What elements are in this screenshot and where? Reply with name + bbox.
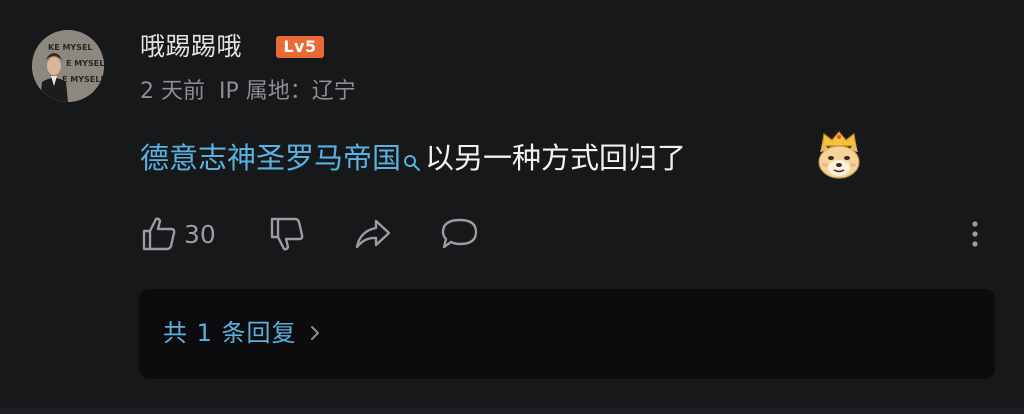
comment-body: 德意志神圣罗马帝国 以另一种方式回归了 <box>140 136 686 184</box>
svg-text:KE MYSEL: KE MYSEL <box>48 43 93 52</box>
doge-king-emoji <box>814 130 864 180</box>
more-vertical-icon <box>972 221 978 247</box>
thumbs-up-icon <box>142 217 176 251</box>
more-options-button[interactable] <box>964 214 986 254</box>
share-icon <box>355 219 391 249</box>
view-replies-link[interactable]: 共 1 条回复 <box>163 315 321 351</box>
username[interactable]: 哦踢踢哦 <box>140 30 242 64</box>
svg-text:E MYSELF: E MYSELF <box>66 59 104 68</box>
time-ago: 2 天前 <box>140 79 205 104</box>
like-count: 30 <box>184 219 216 249</box>
reply-summary: 共 1 条回复 <box>163 319 297 347</box>
search-icon[interactable] <box>403 140 421 184</box>
avatar-photo: KE MYSEL E MYSELF E MYSELF <box>32 30 104 102</box>
chevron-right-icon <box>310 326 319 340</box>
share-button[interactable] <box>354 214 392 254</box>
avatar[interactable]: KE MYSEL E MYSELF E MYSELF <box>32 30 104 102</box>
comment-card: KE MYSEL E MYSELF E MYSELF 哦踢踢哦 Lv5 2 天前… <box>0 0 1024 414</box>
comment-button[interactable] <box>440 214 480 254</box>
comment-meta: 2 天前 IP 属地：辽宁 <box>140 76 356 108</box>
thumbs-down-icon <box>270 217 304 251</box>
ip-location: IP 属地：辽宁 <box>219 79 356 104</box>
topic-link[interactable]: 德意志神圣罗马帝国 <box>140 141 401 175</box>
comment-bubble-icon <box>441 218 478 249</box>
svg-text:E MYSELF: E MYSELF <box>62 75 104 84</box>
replies-panel: 共 1 条回复 <box>139 289 995 379</box>
comment-text: 以另一种方式回归了 <box>425 141 687 175</box>
like-button[interactable]: 30 <box>140 214 216 254</box>
dislike-button[interactable] <box>268 214 306 254</box>
divider <box>0 408 1024 414</box>
level-badge: Lv5 <box>276 36 324 58</box>
